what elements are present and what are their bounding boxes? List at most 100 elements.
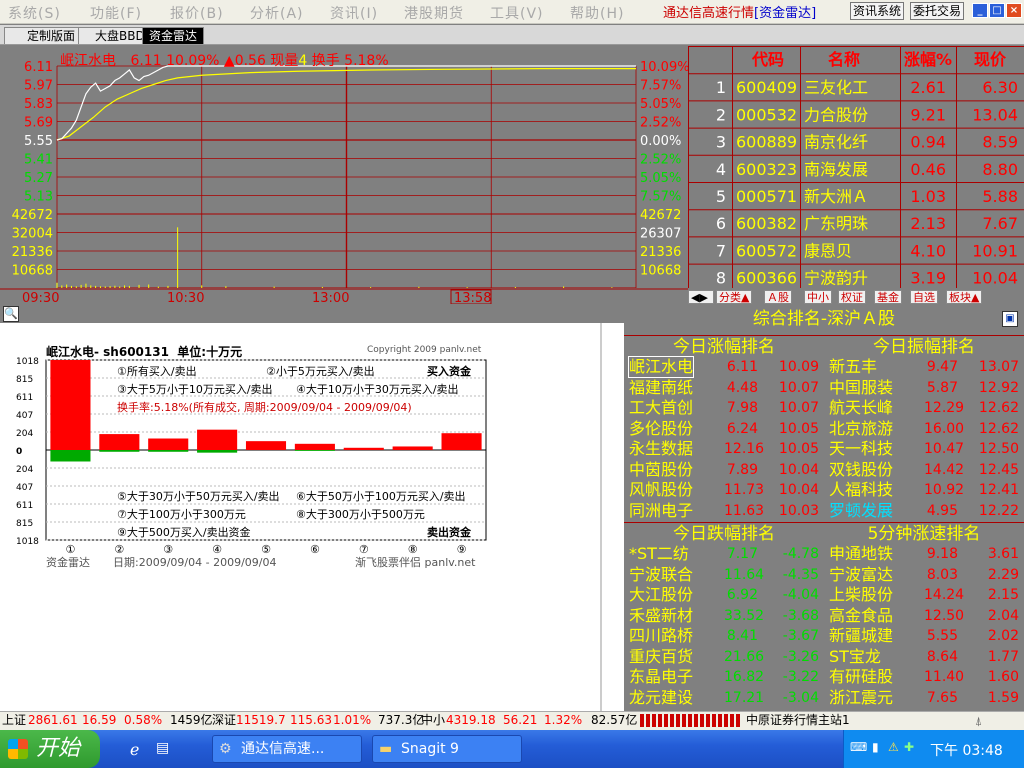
minimize-icon[interactable]: _	[972, 3, 988, 18]
tab-scroll-arrows[interactable]: ◀▶	[688, 290, 714, 304]
price-tick-left: 5.13	[24, 190, 53, 205]
start-button[interactable]: 开始	[0, 730, 100, 768]
amp-rank-value: 12.41	[978, 482, 1019, 498]
menu-analysis[interactable]: 分析(A)	[250, 3, 304, 23]
radar-x-label: ⑥	[310, 543, 320, 556]
radar-buy-bar	[197, 429, 238, 450]
tab-market-bbd[interactable]: 大盘BBD	[78, 27, 152, 44]
gain-rank-name[interactable]: 中茵股份	[629, 460, 693, 480]
server-name[interactable]: 中原证券行情主站1	[746, 712, 850, 729]
close-icon[interactable]: ×	[1006, 3, 1022, 18]
speed-rank-name[interactable]: 有研硅股	[829, 667, 893, 687]
intraday-chart-svg: 6.11 10.09%5.97 7.57%5.83 5.05%5.69 2.52%5.5…	[0, 46, 688, 304]
gain-rank-name[interactable]: 永生数据	[629, 439, 693, 459]
speed-rank-value: 3.61	[987, 546, 1019, 562]
amp-rank-name[interactable]: 人福科技	[829, 480, 893, 500]
amp-rank-name[interactable]: 新五丰	[829, 357, 877, 377]
stock-list-index: 7	[716, 241, 726, 260]
stock-list-code: 600889	[736, 133, 797, 152]
signal-icon: ⍋	[975, 714, 983, 728]
gain-rank-name[interactable]: 同洲电子	[629, 501, 693, 521]
amp-rank-name[interactable]: 航天长峰	[829, 398, 893, 418]
task-tdx[interactable]: ⚙ 通达信高速...	[212, 735, 362, 763]
amp-rank-value: 12.62	[978, 400, 1019, 416]
zx-index[interactable]: 4319.18	[446, 712, 496, 729]
menu-quote[interactable]: 报价(B)	[170, 3, 224, 23]
speed-rank-name[interactable]: ST宝龙	[829, 647, 881, 667]
loss-rank-name[interactable]: 四川路桥	[629, 626, 693, 646]
security-icon[interactable]: ✚	[904, 740, 914, 754]
clock[interactable]: 下午 03:48	[930, 740, 1003, 760]
speed-rank-price: 7.65	[926, 689, 958, 706]
loss-rank-name[interactable]: 宁波联合	[629, 565, 693, 585]
gear-icon: ⚙	[219, 741, 232, 757]
gain-rank-name[interactable]: 多伦股份	[629, 419, 693, 439]
stock-list-pct: 2.13	[910, 214, 946, 233]
volume-tick-left: 42672	[12, 208, 53, 223]
warning-icon[interactable]: ⚠	[888, 740, 899, 754]
speed-rank-name[interactable]: 申通地铁	[829, 544, 893, 564]
speed-rank-name[interactable]: 高金食品	[829, 606, 893, 626]
tab-custom-layout[interactable]: 定制版面	[4, 27, 83, 44]
tab-warrant[interactable]: 权证	[838, 290, 866, 304]
loss-rank-name[interactable]: 重庆百货	[629, 647, 693, 667]
menu-system[interactable]: 系统(S)	[8, 3, 61, 23]
network-icon[interactable]: ▮	[872, 740, 879, 754]
layout-tab-bar: 定制版面 大盘BBD 资金雷达	[0, 25, 1024, 45]
radar-y-tick: 1018	[16, 357, 39, 367]
menu-hk-futures[interactable]: 港股期货	[404, 3, 464, 23]
tab-category[interactable]: 分类▲	[716, 290, 753, 304]
gain-rank-name[interactable]: 岷江水电	[627, 356, 695, 378]
menu-info[interactable]: 资讯(I)	[330, 3, 378, 23]
gain-rank-name[interactable]: 风帆股份	[629, 480, 693, 500]
menu-help[interactable]: 帮助(H)	[570, 3, 624, 23]
tab-watchlist[interactable]: 自选	[910, 290, 938, 304]
legend-3: ③大于5万小于10万元买入/卖出	[117, 383, 273, 396]
menu-function[interactable]: 功能(F)	[90, 3, 142, 23]
menu-tools[interactable]: 工具(V)	[490, 3, 544, 23]
gain-rank-name[interactable]: 福建南纸	[629, 378, 693, 398]
ranking-settings-icon[interactable]: ▣	[1002, 311, 1018, 327]
amp-rank-name[interactable]: 北京旅游	[829, 419, 893, 439]
tab-fund-radar[interactable]: 资金雷达	[142, 27, 205, 44]
loss-rank-name[interactable]: 东晶电子	[629, 667, 693, 687]
speed-rank-name[interactable]: 上柴股份	[829, 585, 893, 605]
maximize-icon[interactable]: □	[989, 3, 1005, 18]
loss-rank-name[interactable]: 龙元建设	[629, 688, 693, 708]
speed-rank-name[interactable]: 新疆城建	[829, 626, 893, 646]
gain-rank-name[interactable]: 工大首创	[629, 398, 693, 418]
radar-buy-bar	[343, 447, 384, 450]
ie-icon[interactable]: ℯ	[130, 740, 139, 759]
keyboard-icon[interactable]: ⌨	[850, 740, 867, 754]
tab-a-share[interactable]: Ａ股	[764, 290, 792, 304]
amp-rank-name[interactable]: 双钱股份	[829, 460, 893, 480]
amp-rank-name[interactable]: 中国服装	[829, 378, 893, 398]
tab-sector[interactable]: 板块▲	[946, 290, 983, 304]
radar-y-tick: 204	[16, 465, 33, 475]
price-tick-left: 6.11	[24, 60, 53, 75]
gain-rank-price: 4.48	[726, 379, 758, 396]
time-tick: 13:00	[312, 291, 349, 304]
loss-rank-name[interactable]: *ST二纺	[629, 544, 689, 564]
radar-buy-bar	[148, 438, 189, 450]
loss-rank-name[interactable]: 大江股份	[629, 585, 693, 605]
intraday-chart[interactable]: 6.11 10.09% 5.97 7.57% 5.83 5.05% 5.69 2.52% 5.5…	[0, 46, 688, 304]
sz-index[interactable]: 11519.7	[236, 712, 286, 729]
desktop-icon[interactable]: ▤	[156, 740, 169, 756]
ranking-panel: 综合排名-深沪Ａ股 ▣ 今日涨幅排名 今日振幅排名 今日跌幅排名 5分钟涨速排名…	[624, 305, 1024, 711]
tab-fund[interactable]: 基金	[874, 290, 902, 304]
amp-rank-price: 10.47	[924, 441, 965, 457]
speed-rank-name[interactable]: 浙江震元	[829, 688, 893, 708]
news-system-button[interactable]: 资讯系统	[850, 2, 905, 20]
amp-rank-name[interactable]: 天一科技	[829, 439, 893, 459]
speed-rank-name[interactable]: 宁波富达	[829, 565, 893, 585]
sh-index[interactable]: 2861.61	[28, 712, 78, 729]
task-snagit[interactable]: ▬ Snagit 9	[372, 735, 522, 763]
tab-sme[interactable]: 中小	[804, 290, 832, 304]
loss-rank-value: -3.68	[782, 607, 819, 624]
amp-rank-name[interactable]: 罗顿发展	[829, 501, 893, 521]
amp-rank-price: 12.29	[924, 400, 965, 416]
zoom-icon[interactable]: 🔍	[3, 306, 19, 322]
trade-button[interactable]: 委托交易	[910, 2, 965, 20]
loss-rank-name[interactable]: 禾盛新材	[629, 606, 693, 626]
